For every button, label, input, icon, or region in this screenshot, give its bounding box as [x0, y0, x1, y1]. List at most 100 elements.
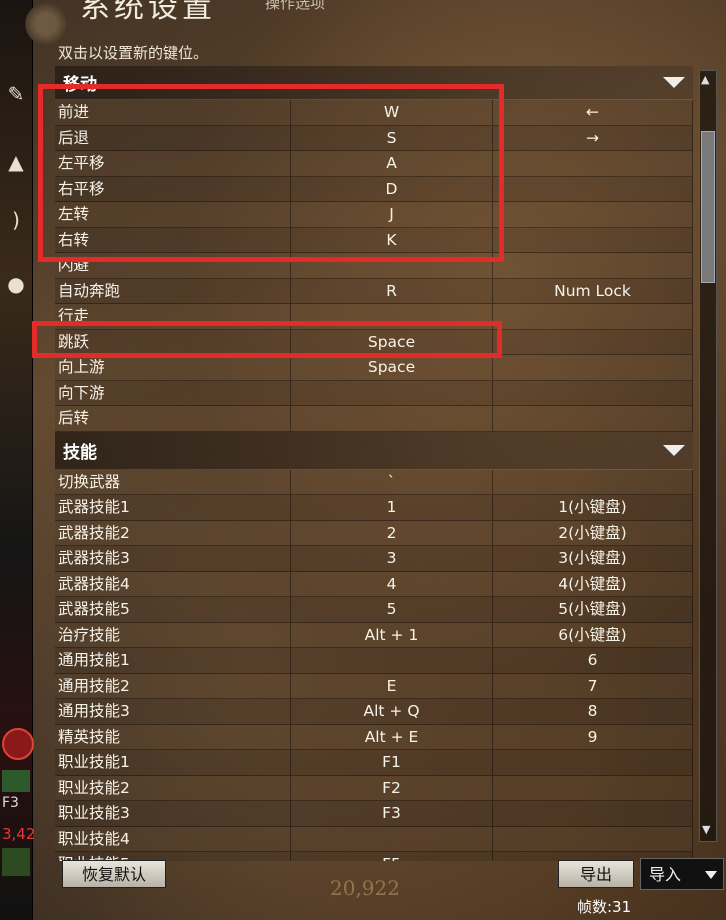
primary-key-cell[interactable]: Alt + E: [291, 724, 493, 749]
secondary-key-cell[interactable]: [493, 151, 693, 176]
scroll-thumb[interactable]: [701, 131, 715, 283]
keybinding-row[interactable]: 行走: [55, 304, 693, 330]
primary-key-cell[interactable]: F3: [291, 801, 493, 826]
primary-key-cell[interactable]: [291, 304, 493, 329]
secondary-key-cell[interactable]: 7: [493, 673, 693, 698]
primary-key-cell[interactable]: Space: [291, 355, 493, 380]
primary-key-cell[interactable]: W: [291, 100, 493, 125]
keybinding-row[interactable]: 自动奔跑 R Num Lock: [55, 278, 693, 304]
import-dropdown[interactable]: 导入: [640, 858, 724, 890]
keybinding-row[interactable]: 向下游: [55, 380, 693, 406]
keybinding-row[interactable]: 跳跃 Space: [55, 329, 693, 355]
primary-key-cell[interactable]: `: [291, 469, 493, 494]
skill-slot-icon[interactable]: [2, 770, 30, 792]
secondary-key-cell[interactable]: 5(小键盘): [493, 597, 693, 622]
secondary-key-cell[interactable]: 6: [493, 648, 693, 673]
keybinding-row[interactable]: 切换武器 `: [55, 469, 693, 495]
primary-key-cell[interactable]: 5: [291, 597, 493, 622]
export-button[interactable]: 导出: [558, 860, 634, 888]
keybinding-row[interactable]: 后退 S →: [55, 125, 693, 151]
red-skill-icon[interactable]: [2, 728, 34, 760]
secondary-key-cell[interactable]: [493, 826, 693, 851]
primary-key-cell[interactable]: R: [291, 278, 493, 303]
section-header-movement[interactable]: 移动: [55, 66, 693, 100]
secondary-key-cell[interactable]: ←: [493, 100, 693, 125]
keybinding-row[interactable]: 通用技能3 Alt + Q8: [55, 699, 693, 725]
window-subtitle-tab[interactable]: 操作选项: [265, 0, 325, 13]
primary-key-cell[interactable]: F1: [291, 750, 493, 775]
sound-icon[interactable]: ): [4, 208, 28, 232]
secondary-key-cell[interactable]: 8: [493, 699, 693, 724]
keybinding-row[interactable]: 职业技能1 F1: [55, 750, 693, 776]
keybinding-row[interactable]: 武器技能4 4 4(小键盘): [55, 571, 693, 597]
keybinding-row[interactable]: 武器技能1 1 1(小键盘): [55, 495, 693, 521]
keybinding-row[interactable]: 右平移 D: [55, 176, 693, 202]
primary-key-cell[interactable]: Space: [291, 329, 493, 354]
secondary-key-cell[interactable]: 1(小键盘): [493, 495, 693, 520]
keybinding-row[interactable]: 武器技能3 3 3(小键盘): [55, 546, 693, 572]
primary-key-cell[interactable]: [291, 826, 493, 851]
primary-key-cell[interactable]: 1: [291, 495, 493, 520]
secondary-key-cell[interactable]: [493, 355, 693, 380]
secondary-key-cell[interactable]: 3(小键盘): [493, 546, 693, 571]
primary-key-cell[interactable]: F5: [291, 852, 493, 861]
primary-key-cell[interactable]: 3: [291, 546, 493, 571]
keybinding-row[interactable]: 右转 K: [55, 227, 693, 253]
section-header-skills[interactable]: 技能: [55, 431, 693, 470]
restore-default-button[interactable]: 恢复默认: [62, 860, 166, 888]
skill-slot-icon-2[interactable]: [2, 848, 30, 876]
primary-key-cell[interactable]: F2: [291, 775, 493, 800]
secondary-key-cell[interactable]: 6(小键盘): [493, 622, 693, 647]
primary-key-cell[interactable]: [291, 648, 493, 673]
secondary-key-cell[interactable]: [493, 801, 693, 826]
scrollbar[interactable]: ▲ ▼: [699, 70, 717, 842]
secondary-key-cell[interactable]: [493, 406, 693, 431]
primary-key-cell[interactable]: [291, 406, 493, 431]
primary-key-cell[interactable]: 4: [291, 571, 493, 596]
secondary-key-cell[interactable]: [493, 227, 693, 252]
secondary-key-cell[interactable]: [493, 176, 693, 201]
primary-key-cell[interactable]: K: [291, 227, 493, 252]
scroll-down-arrow-icon[interactable]: ▼: [702, 823, 710, 836]
secondary-key-cell[interactable]: 9: [493, 724, 693, 749]
primary-key-cell[interactable]: A: [291, 151, 493, 176]
scroll-up-arrow-icon[interactable]: ▲: [701, 73, 709, 86]
secondary-key-cell[interactable]: [493, 304, 693, 329]
primary-key-cell[interactable]: D: [291, 176, 493, 201]
keybinding-row[interactable]: 左平移 A: [55, 151, 693, 177]
primary-key-cell[interactable]: J: [291, 202, 493, 227]
primary-key-cell[interactable]: 2: [291, 520, 493, 545]
secondary-key-cell[interactable]: [493, 469, 693, 494]
secondary-key-cell[interactable]: [493, 750, 693, 775]
primary-key-cell[interactable]: [291, 253, 493, 278]
keybinding-row[interactable]: 后转: [55, 406, 693, 432]
primary-key-cell[interactable]: [291, 380, 493, 405]
keybinding-row[interactable]: 闪避: [55, 253, 693, 279]
secondary-key-cell[interactable]: [493, 775, 693, 800]
keybinding-row[interactable]: 前进 W ←: [55, 100, 693, 126]
wrench-icon[interactable]: ✎: [4, 82, 28, 106]
keybinding-row[interactable]: 精英技能 Alt + E9: [55, 724, 693, 750]
primary-key-cell[interactable]: Alt + 1: [291, 622, 493, 647]
keybinding-row[interactable]: 通用技能1 6: [55, 648, 693, 674]
secondary-key-cell[interactable]: [493, 253, 693, 278]
keybinding-row[interactable]: 向上游 Space: [55, 355, 693, 381]
secondary-key-cell[interactable]: [493, 380, 693, 405]
secondary-key-cell[interactable]: [493, 329, 693, 354]
keybinding-row[interactable]: 职业技能4: [55, 826, 693, 852]
keybinding-row[interactable]: 左转 J: [55, 202, 693, 228]
chat-icon[interactable]: ●: [4, 272, 28, 296]
primary-key-cell[interactable]: E: [291, 673, 493, 698]
secondary-key-cell[interactable]: 2(小键盘): [493, 520, 693, 545]
secondary-key-cell[interactable]: Num Lock: [493, 278, 693, 303]
keybinding-row[interactable]: 治疗技能 Alt + 1 6(小键盘): [55, 622, 693, 648]
keybinding-row[interactable]: 职业技能2 F2: [55, 775, 693, 801]
keybinding-row[interactable]: 武器技能2 2 2(小键盘): [55, 520, 693, 546]
keybinding-row[interactable]: 通用技能2 E 7: [55, 673, 693, 699]
primary-key-cell[interactable]: S: [291, 125, 493, 150]
flag-icon[interactable]: ▲: [4, 150, 28, 174]
collapse-triangle-icon[interactable]: [663, 444, 685, 456]
secondary-key-cell[interactable]: 4(小键盘): [493, 571, 693, 596]
keybinding-row[interactable]: 武器技能5 5 5(小键盘): [55, 597, 693, 623]
secondary-key-cell[interactable]: [493, 202, 693, 227]
